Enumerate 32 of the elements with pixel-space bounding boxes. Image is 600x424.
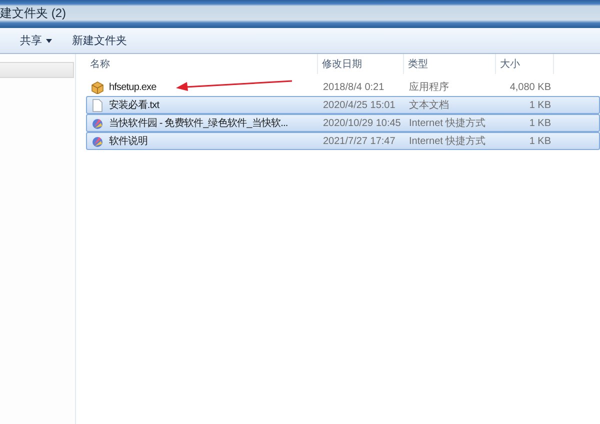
column-header[interactable]: 修改日期 bbox=[318, 54, 404, 74]
modified-date: 2021/7/27 17:47 bbox=[322, 136, 396, 146]
modified-date: 2020/10/29 10:45 bbox=[322, 118, 402, 128]
file-size: 4,080 KB bbox=[508, 82, 552, 92]
selected-nav-item[interactable] bbox=[0, 62, 74, 78]
file-type: 文本文档 bbox=[408, 98, 450, 112]
file-row[interactable]: 当快软件园 - 免费软件_绿色软件_当快软... 2020/10/29 10:45 Internet 快捷方式 1 KB bbox=[86, 114, 600, 132]
window-title: 建文件夹 (2) bbox=[0, 4, 66, 22]
file-row[interactable]: hfsetup.exe 2018/8/4 0:21 应用程序 4,080 KB bbox=[86, 78, 600, 96]
package-icon bbox=[91, 80, 104, 94]
column-header[interactable]: 类型 bbox=[404, 54, 496, 74]
file-row[interactable]: 软件说明 2021/7/27 17:47 Internet 快捷方式 1 KB bbox=[86, 132, 600, 150]
file-type: Internet 快捷方式 bbox=[408, 116, 487, 130]
file-name: hfsetup.exe bbox=[87, 80, 156, 94]
column-header[interactable]: 大小 bbox=[496, 54, 554, 74]
toolbar-button[interactable]: 新建文件夹 bbox=[66, 31, 133, 50]
file-type: 应用程序 bbox=[408, 80, 450, 94]
shortcut-icon bbox=[91, 116, 104, 130]
file-row[interactable]: 安装必看.txt 2020/4/25 15:01 文本文档 1 KB bbox=[86, 96, 600, 114]
document-icon bbox=[91, 98, 104, 112]
file-name: 软件说明 bbox=[87, 134, 148, 148]
modified-date: 2018/8/4 0:21 bbox=[322, 82, 386, 92]
file-name: 当快软件园 - 免费软件_绿色软件_当快软... bbox=[87, 116, 288, 130]
file-size: 1 KB bbox=[528, 100, 552, 110]
toolbar-button[interactable]: 共享 bbox=[14, 31, 58, 50]
file-name: 安装必看.txt bbox=[87, 98, 160, 112]
file-size: 1 KB bbox=[528, 118, 552, 128]
column-header[interactable]: 名称 bbox=[86, 54, 318, 74]
shortcut-icon bbox=[91, 134, 104, 148]
file-size: 1 KB bbox=[528, 136, 552, 146]
file-type: Internet 快捷方式 bbox=[408, 134, 487, 148]
modified-date: 2020/4/25 15:01 bbox=[322, 100, 396, 110]
